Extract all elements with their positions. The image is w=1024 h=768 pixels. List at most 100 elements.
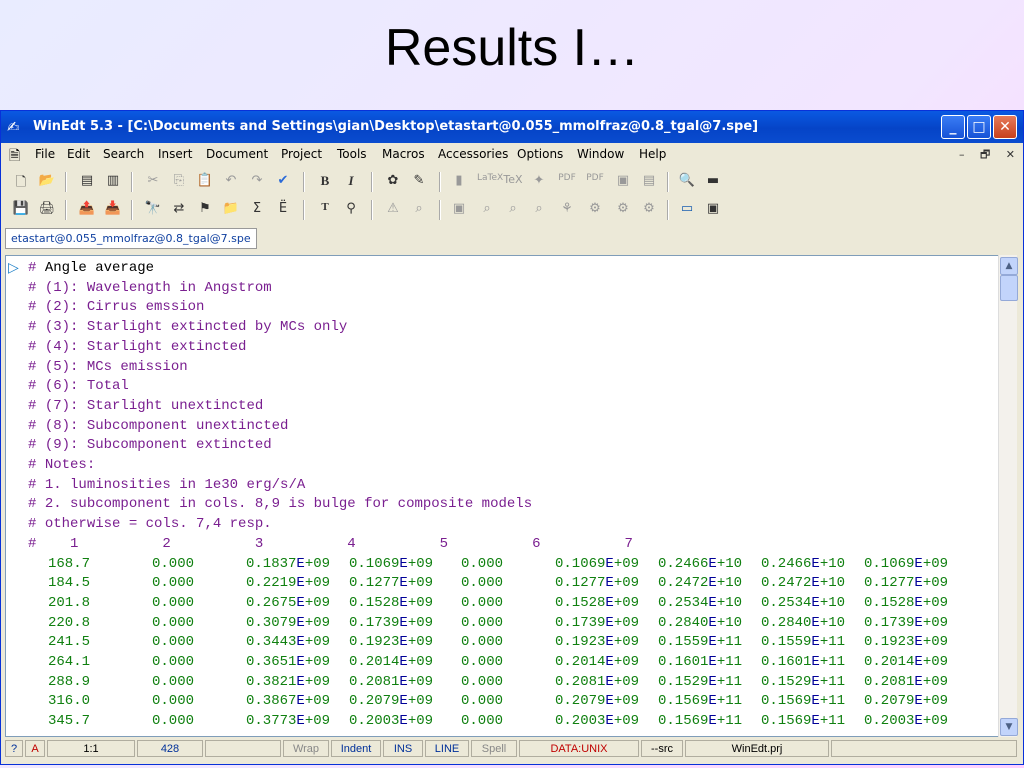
data-cell: 0.2472E+10 — [761, 575, 846, 592]
close-button[interactable]: ✕ — [993, 115, 1017, 139]
mdi-close-button[interactable]: ✕ — [1006, 148, 1015, 161]
menu-edit[interactable]: Edit — [67, 147, 90, 161]
search-icon[interactable]: ⌕ — [529, 201, 549, 219]
dvi-pdf-icon[interactable]: ⚙ — [585, 201, 605, 219]
data-cell: 0.000 — [461, 614, 504, 631]
texify-icon[interactable]: ▣ — [449, 201, 469, 219]
status-spell[interactable]: Spell — [471, 740, 517, 757]
accent-icon[interactable]: Ë — [273, 201, 293, 219]
gather-icon[interactable]: ✿ — [383, 173, 403, 191]
status-message — [831, 740, 1017, 757]
data-cell: 0.000 — [152, 614, 195, 631]
menu-insert[interactable]: Insert — [158, 147, 192, 161]
cut-icon[interactable]: ✂ — [143, 173, 163, 191]
status-src[interactable]: --src — [641, 740, 683, 757]
sigma-icon[interactable]: Σ — [247, 201, 267, 219]
bookmark-icon[interactable]: ⚑ — [195, 201, 215, 219]
status-wrap[interactable]: Wrap — [283, 740, 329, 757]
new-file-icon[interactable]: 🗋 — [11, 173, 31, 191]
menu-file[interactable]: File — [35, 147, 55, 161]
copy-icon[interactable]: ⎘ — [169, 173, 189, 191]
document-icon-a[interactable]: ▤ — [77, 173, 97, 191]
document-tab[interactable]: etastart@0.055_mmolfraz@0.8_tgal@7.spe — [5, 228, 257, 249]
status-ins[interactable]: INS — [383, 740, 423, 757]
terminal-icon[interactable]: ▭ — [677, 201, 697, 219]
document-icon[interactable]: 🗎 — [9, 145, 20, 169]
save-icon[interactable]: 💾 — [11, 201, 31, 219]
data-cell: 0.000 — [152, 575, 195, 592]
dvi-search-icon[interactable]: ⌕ — [477, 201, 497, 219]
scroll-down-icon[interactable]: ▼ — [1000, 718, 1018, 736]
winedt-app-icon[interactable]: ✍ — [7, 118, 20, 136]
print-icon[interactable]: 🖨 — [37, 201, 57, 219]
help-button[interactable]: ? — [5, 740, 23, 757]
redo-icon[interactable]: ↷ — [247, 173, 267, 191]
pdflatex-icon[interactable]: PDF — [557, 173, 577, 191]
spellcheck-icon[interactable]: ✔ — [273, 173, 293, 191]
log-search-icon[interactable]: ⌕ — [409, 201, 429, 219]
open-remote-icon[interactable]: 📤 — [77, 201, 97, 219]
zoom-icon[interactable]: ⚲ — [341, 201, 361, 219]
menu-tools[interactable]: Tools — [337, 147, 367, 161]
maximize-button[interactable]: □ — [967, 115, 991, 139]
menu-macros[interactable]: Macros — [382, 147, 425, 161]
scroll-thumb[interactable] — [1000, 275, 1018, 301]
mdi-minimize-button[interactable]: – — [959, 148, 965, 161]
typewriter-icon[interactable]: T — [315, 201, 335, 219]
status-format[interactable]: DATA:UNIX — [519, 740, 639, 757]
title-bar[interactable]: ✍ WinEdt 5.3 - [C:\Documents and Setting… — [1, 111, 1023, 143]
menu-window[interactable]: Window — [577, 147, 624, 161]
status-indent[interactable]: Indent — [331, 740, 381, 757]
data-cell: 0.000 — [461, 654, 504, 670]
menu-search[interactable]: Search — [103, 147, 144, 161]
yap-icon[interactable]: ⚘ — [557, 201, 577, 219]
code-line: # (2): Cirrus emssion — [28, 299, 205, 316]
ps-icon[interactable]: ▤ — [639, 173, 659, 191]
warning-icon[interactable]: ⚠ — [383, 201, 403, 219]
bibtex-icon[interactable]: ✦ — [529, 173, 549, 191]
dvi-icon[interactable]: ▣ — [613, 173, 633, 191]
pdf-view-icon[interactable]: ⚙ — [639, 201, 659, 219]
undo-icon[interactable]: ↶ — [221, 173, 241, 191]
menu-bar: 🗎 File Edit Search Insert Document Proje… — [1, 143, 1023, 165]
dvi-search-icon-2[interactable]: ⌕ — [503, 201, 523, 219]
find-icon[interactable]: 🔭 — [143, 201, 163, 219]
preview-icon[interactable]: 🔍 — [677, 173, 697, 191]
menu-project[interactable]: Project — [281, 147, 322, 161]
save-remote-icon[interactable]: 📥 — [103, 201, 123, 219]
editor-area[interactable]: ▷ # Angle average # (1): Wavelength in A… — [5, 255, 999, 737]
data-cell: 0.2014E+09 — [555, 654, 640, 670]
data-cell: 0.000 — [461, 594, 504, 611]
paste-icon[interactable]: 📋 — [195, 173, 215, 191]
data-row: 288.9 0.000 0.3821E+09 0.2081E+09 0.000 0.208… — [48, 672, 998, 692]
document-icon-b[interactable]: ▥ — [103, 173, 123, 191]
stop-icon[interactable]: ▮ — [449, 173, 469, 191]
minimize-button[interactable]: _ — [941, 115, 965, 139]
status-project[interactable]: WinEdt.prj — [685, 740, 829, 757]
tree-icon[interactable]: 📁 — [221, 201, 241, 219]
menu-document[interactable]: Document — [206, 147, 268, 161]
open-folder-icon[interactable]: 📂 — [37, 173, 57, 191]
bold-icon[interactable]: B — [315, 173, 335, 191]
replace-icon[interactable]: ⇄ — [169, 201, 189, 219]
data-cell: 0.1569E+11 — [658, 713, 743, 730]
status-line[interactable]: LINE — [425, 740, 469, 757]
menu-options[interactable]: Options — [517, 147, 563, 161]
status-mode[interactable]: A — [25, 740, 45, 757]
vertical-scrollbar[interactable]: ▲ ▼ — [998, 255, 1018, 737]
data-cell: 0.000 — [152, 693, 195, 710]
data-cell: 264.1 — [48, 654, 91, 670]
pdftex-icon[interactable]: PDF — [585, 173, 605, 191]
scroll-up-icon[interactable]: ▲ — [1000, 257, 1018, 275]
console-icon[interactable]: ▬ — [703, 173, 723, 191]
latex-icon[interactable]: LaTeX — [477, 173, 503, 191]
menu-help[interactable]: Help — [639, 147, 666, 161]
explorer-icon[interactable]: ▣ — [703, 201, 723, 219]
menu-accessories[interactable]: Accessories — [438, 147, 508, 161]
mdi-restore-button[interactable]: 🗗 — [980, 148, 990, 161]
data-row: 264.1 0.000 0.3651E+09 0.2014E+09 0.000 0.201… — [48, 652, 998, 672]
tex-icon[interactable]: TeX — [503, 173, 523, 191]
italic-icon[interactable]: I — [341, 173, 361, 191]
macro-icon[interactable]: ✎ — [409, 173, 429, 191]
ps-pdf-icon[interactable]: ⚙ — [613, 201, 633, 219]
